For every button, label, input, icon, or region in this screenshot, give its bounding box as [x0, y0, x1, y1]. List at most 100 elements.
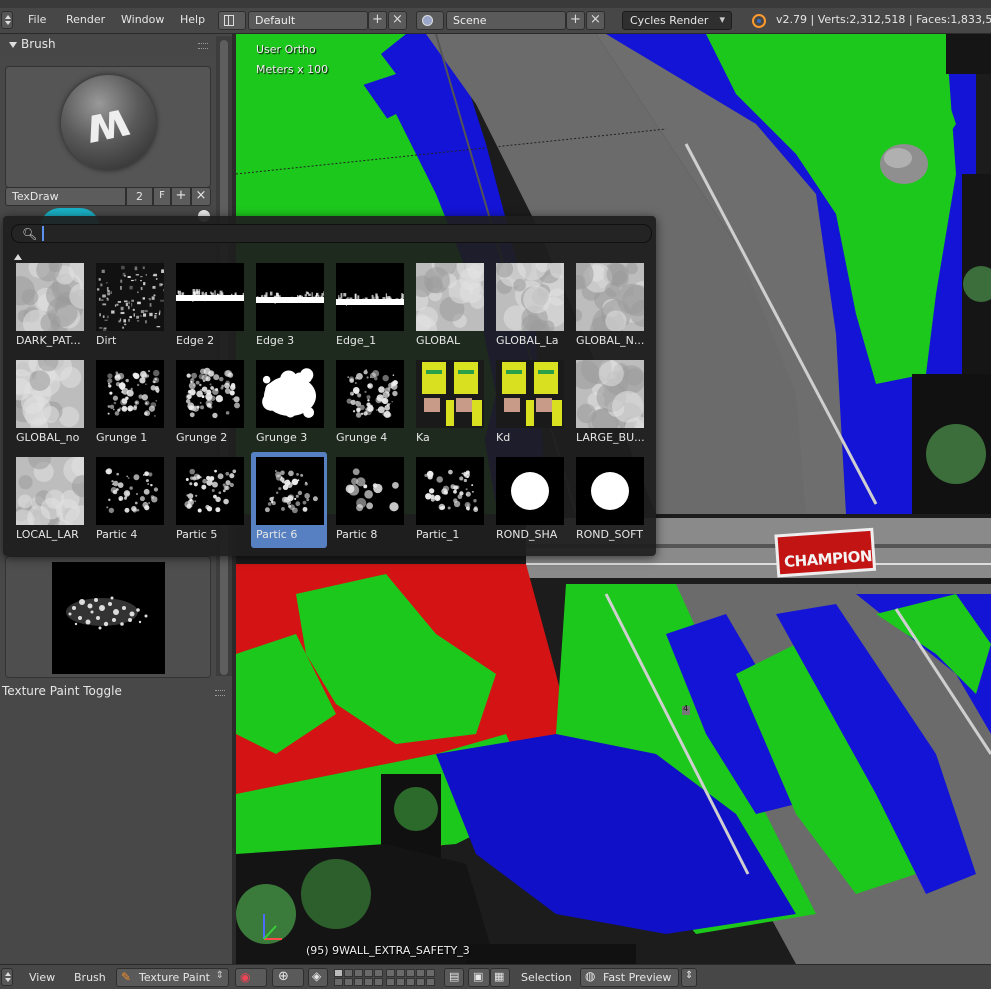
texture-name: GLOBAL_no [16, 431, 80, 444]
texture-thumbnail [416, 457, 484, 525]
layer-cell[interactable] [334, 978, 343, 986]
texture-tile[interactable]: ROND_SOFT [571, 452, 647, 548]
render-image-button[interactable]: ▣ [468, 968, 490, 987]
texture-preview-box[interactable] [5, 556, 211, 678]
brush-preview[interactable]: ʍ [5, 66, 211, 188]
delete-layout-button[interactable]: × [388, 11, 407, 30]
delete-scene-button[interactable]: × [586, 11, 605, 30]
texture-tile[interactable]: Dirt [91, 258, 167, 354]
menu-help[interactable]: Help [180, 13, 205, 26]
layer-cell[interactable] [344, 969, 353, 977]
panel-drag-grip-icon[interactable] [215, 690, 225, 696]
scene-selector[interactable] [416, 11, 444, 30]
layer-cell[interactable] [364, 969, 373, 977]
texture-name: Grunge 3 [256, 431, 308, 444]
texture-tile[interactable]: Grunge 4 [331, 355, 407, 451]
texture-tile[interactable]: Ka [411, 355, 487, 451]
layer-cell[interactable] [396, 969, 405, 977]
texture-name: Partic 4 [96, 528, 138, 541]
texture-tile[interactable]: Grunge 3 [251, 355, 327, 451]
layer-cell[interactable] [386, 978, 395, 986]
texture-tile[interactable]: Kd [491, 355, 567, 451]
texture-tile[interactable]: LARGE_BU... [571, 355, 647, 451]
texture-tile[interactable]: GLOBAL_no [11, 355, 87, 451]
texture-tile[interactable]: Partic 5 [171, 452, 247, 548]
texture-search-box[interactable]: 🔍︎ [11, 224, 652, 243]
layer-cell[interactable] [364, 978, 373, 986]
layer-cell[interactable] [374, 969, 383, 977]
texture-tile[interactable]: GLOBAL [411, 258, 487, 354]
occlusion-toggle[interactable]: ◈ [308, 968, 328, 987]
add-scene-button[interactable]: + [566, 11, 585, 30]
layer-cell[interactable] [406, 978, 415, 986]
layer-cell[interactable] [386, 969, 395, 977]
texture-tile[interactable]: GLOBAL_La [491, 258, 567, 354]
menu-brush[interactable]: Brush [74, 971, 106, 984]
layer-cell[interactable] [426, 969, 435, 977]
texture-thumbnail [96, 360, 164, 428]
texture-tile[interactable]: Edge 2 [171, 258, 247, 354]
texture-thumbnail [336, 457, 404, 525]
lock-layers-toggle[interactable]: ▤ [444, 968, 464, 987]
fast-preview-button[interactable]: ◍ Fast Preview [580, 968, 679, 987]
layer-cell[interactable] [374, 978, 383, 986]
texture-tile[interactable]: Grunge 1 [91, 355, 167, 451]
texture-thumbnail [16, 360, 84, 428]
menu-window[interactable]: Window [121, 13, 164, 26]
scene-field[interactable]: Scene [446, 11, 566, 30]
selection-mode-label[interactable]: Selection [521, 971, 572, 984]
fake-user-button[interactable]: F [153, 187, 171, 206]
texture-name: Edge 3 [256, 334, 295, 347]
layer-cell[interactable] [416, 969, 425, 977]
texture-thumbnail [96, 263, 164, 331]
menu-view[interactable]: View [29, 971, 55, 984]
top-menu-bar: File Render Window Help Default + × Scen… [0, 8, 991, 34]
brush-datablock-row: TexDraw 2 F + × [5, 187, 211, 206]
layer-cell[interactable] [354, 969, 363, 977]
texture-tile[interactable]: Edge 3 [251, 258, 327, 354]
texture-tile[interactable]: Partic_1 [411, 452, 487, 548]
menu-file[interactable]: File [28, 13, 46, 26]
add-brush-button[interactable]: + [171, 187, 191, 206]
texture-tile[interactable]: Grunge 2 [171, 355, 247, 451]
brush-name-field[interactable]: TexDraw [5, 187, 126, 206]
layer-cell[interactable] [344, 978, 353, 986]
layer-cell[interactable] [334, 969, 343, 977]
active-object-label: (95) 9WALL_EXTRA_SAFETY_3 [306, 944, 470, 957]
unlink-brush-button[interactable]: × [191, 187, 211, 206]
add-layout-button[interactable]: + [368, 11, 387, 30]
viewport-shading-dropdown[interactable]: ◉ [235, 968, 267, 987]
render-engine-dropdown[interactable]: Cycles Render [622, 11, 732, 30]
fast-preview-label: Fast Preview [603, 971, 672, 984]
texture-tile[interactable]: GLOBAL_N... [571, 258, 647, 354]
texture-tile[interactable]: Partic 6 [251, 452, 327, 548]
screen-layout-selector[interactable] [218, 11, 246, 30]
editor-type-icon[interactable] [1, 11, 13, 29]
texture-tile[interactable]: Partic 4 [91, 452, 167, 548]
preview-options-toggle[interactable]: ⇕ [681, 968, 697, 987]
layer-cell[interactable] [426, 978, 435, 986]
layer-cell[interactable] [396, 978, 405, 986]
layer-cell[interactable] [354, 978, 363, 986]
texture-tile[interactable]: ROND_SHA [491, 452, 567, 548]
texture-tile[interactable]: Partic 8 [331, 452, 407, 548]
menu-render[interactable]: Render [66, 13, 105, 26]
layer-cell[interactable] [416, 978, 425, 986]
texture-search-input[interactable] [42, 226, 642, 241]
mode-dropdown[interactable]: ✎ Texture Paint ⇕ [116, 968, 229, 987]
render-animation-button[interactable]: ▦ [490, 968, 510, 987]
layer-cell[interactable] [406, 969, 415, 977]
brush-panel-header[interactable]: Brush [0, 34, 216, 56]
editor-type-icon[interactable] [1, 968, 13, 986]
panel-drag-grip-icon[interactable] [198, 43, 208, 49]
texture-name: Dirt [96, 334, 117, 347]
pivot-point-dropdown[interactable]: ⊕ [272, 968, 304, 987]
texture-tile[interactable]: DARK_PAT... [11, 258, 87, 354]
texture-tile[interactable]: LOCAL_LAR [11, 452, 87, 548]
texture-name: Partic_1 [416, 528, 460, 541]
vertex-marker-label: 4 [683, 704, 689, 713]
texture-tile[interactable]: Edge_1 [331, 258, 407, 354]
brush-users-count[interactable]: 2 [126, 187, 153, 206]
scene-layers[interactable] [334, 968, 439, 987]
screen-layout-field[interactable]: Default [248, 11, 368, 30]
